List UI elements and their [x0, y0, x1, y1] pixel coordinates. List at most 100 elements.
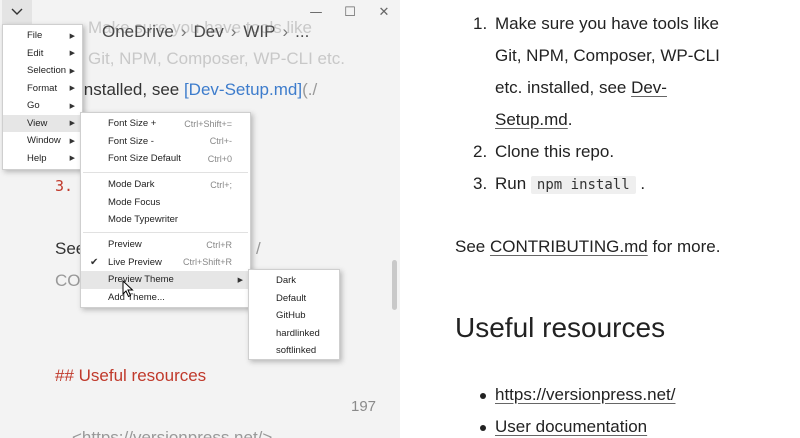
menu-item-label: Edit	[27, 47, 44, 59]
menu-item-label: Font Size Default	[108, 153, 181, 165]
inline-code: npm install	[530, 176, 636, 194]
chevron-down-icon	[11, 8, 23, 15]
menu-item-mode-dark[interactable]: Mode Dark Ctrl+;	[81, 176, 250, 194]
menu-item-view[interactable]: View ▶	[3, 114, 82, 132]
submenu-arrow-icon: ▶	[69, 120, 75, 128]
menu-item-font-size-increase[interactable]: Font Size + Ctrl+Shift+=	[81, 115, 250, 133]
menu-item-shortcut: Ctrl+;	[210, 179, 232, 190]
menu-item-mode-typewriter[interactable]: Mode Typewriter	[81, 211, 250, 229]
theme-item-dark[interactable]: Dark	[249, 272, 339, 290]
menu-item-help[interactable]: Help ▶	[3, 150, 82, 168]
preview-pane[interactable]: 1. Make sure you have tools like Git, NP…	[400, 0, 800, 438]
view-submenu: Font Size + Ctrl+Shift+= Font Size - Ctrl+…	[80, 112, 251, 308]
preview-theme-submenu: Dark Default GitHub hardlinked softlinke…	[248, 269, 340, 360]
menu-item-go[interactable]: Go ▶	[3, 97, 82, 115]
preview-text: See	[455, 237, 490, 256]
dev-setup-link[interactable]: Setup.md	[495, 110, 568, 129]
menu-item-label: Mode Dark	[108, 179, 155, 191]
breadcrumb-item[interactable]: WIP	[243, 22, 275, 41]
submenu-arrow-icon: ▶	[69, 102, 75, 110]
menu-separator	[83, 232, 248, 233]
menu-item-label: Window	[27, 135, 61, 147]
menu-item-preview[interactable]: Preview Ctrl+R	[81, 236, 250, 254]
menu-item-shortcut: Ctrl+Shift+R	[182, 257, 232, 268]
menu-item-format[interactable]: Format ▶	[3, 80, 82, 98]
menu-item-label: Help	[27, 152, 47, 164]
bullet	[480, 393, 486, 399]
menu-item-label: Mode Focus	[108, 196, 161, 208]
editor-line-co: CO	[55, 271, 81, 290]
versionpress-link[interactable]: https://versionpress.net/	[495, 385, 675, 405]
dev-setup-link[interactable]: Dev-	[631, 78, 667, 97]
breadcrumb-item[interactable]: OneDrive	[102, 22, 174, 41]
close-button[interactable]: ✕	[372, 2, 396, 22]
menu-item-mode-focus[interactable]: Mode Focus	[81, 194, 250, 212]
editor-text: (./	[302, 80, 318, 99]
list-number: 3.	[473, 174, 488, 193]
menu-item-label: Add Theme...	[108, 291, 165, 303]
menu-item-edit[interactable]: Edit ▶	[3, 45, 82, 63]
breadcrumb-item[interactable]: Dev	[193, 22, 223, 41]
theme-item-default[interactable]: Default	[249, 290, 339, 308]
preview-text: Make sure you have tools like	[495, 14, 719, 33]
theme-item-hardlinked[interactable]: hardlinked	[249, 325, 339, 343]
menu-separator	[83, 172, 248, 173]
submenu-arrow-icon: ▶	[69, 137, 75, 145]
menu-item-font-size-default[interactable]: Font Size Default Ctrl+0	[81, 150, 250, 168]
breadcrumb-separator: ›	[180, 22, 187, 41]
list-number: 2.	[473, 142, 488, 161]
breadcrumb-separator: ›	[282, 22, 289, 41]
contributing-link[interactable]: CONTRIBUTING.md	[490, 237, 648, 256]
submenu-arrow-icon: ▶	[69, 32, 75, 40]
preview-text-line: etc. installed, see Dev-	[495, 78, 667, 98]
submenu-arrow-icon: ▶	[69, 155, 75, 163]
menu-item-shortcut: Ctrl+0	[207, 153, 232, 164]
preview-text: .	[567, 110, 573, 129]
menu-item-label: Selection	[27, 65, 67, 77]
bullet	[480, 425, 486, 431]
theme-item-github[interactable]: GitHub	[249, 307, 339, 325]
menu-item-live-preview[interactable]: ✔ Live Preview Ctrl+Shift+R	[81, 254, 250, 272]
menu-item-label: Font Size +	[108, 118, 157, 130]
line-number: 197	[351, 398, 377, 415]
menu-item-shortcut: Ctrl+-	[209, 136, 232, 147]
breadcrumb-item[interactable]: ...	[295, 22, 309, 41]
menu-toggle-button[interactable]	[2, 0, 32, 24]
menu-item-selection[interactable]: Selection ▶	[3, 62, 82, 80]
menu-item-label: Preview	[108, 239, 142, 251]
editor-link-text: [Dev-Setup.md]	[183, 80, 303, 99]
main-menu: File ▶ Edit ▶ Selection ▶ Format ▶ Go ▶ View ▶…	[2, 24, 83, 170]
submenu-arrow-icon: ▶	[69, 67, 75, 75]
editor-list-number: 3.	[55, 177, 74, 195]
menu-item-label: Mode Typewriter	[108, 214, 179, 226]
editor-text: /	[256, 239, 261, 258]
menu-item-label: softlinked	[276, 345, 317, 357]
preview-text-line: See CONTRIBUTING.md for more.	[455, 237, 720, 257]
menu-item-label: Preview Theme	[108, 274, 174, 286]
theme-item-softlinked[interactable]: softlinked	[249, 342, 339, 360]
menu-item-label: Default	[276, 292, 307, 304]
editor-text: installed, see	[80, 80, 184, 99]
menu-item-font-size-decrease[interactable]: Font Size - Ctrl+-	[81, 133, 250, 151]
checkmark-icon: ✔	[90, 256, 99, 268]
menu-item-preview-theme[interactable]: Preview Theme ▶	[81, 271, 250, 289]
preview-text: Git, NPM, Composer, WP-CLI	[495, 46, 720, 65]
maximize-button[interactable]: ☐	[338, 2, 362, 22]
menu-item-label: View	[27, 117, 48, 129]
preview-text-line: Setup.md.	[495, 110, 573, 130]
mouse-cursor-icon	[122, 280, 134, 298]
menu-item-label: Go	[27, 100, 40, 112]
editor-heading-md: ## Useful resources	[55, 366, 207, 385]
editor-scrollbar[interactable]	[392, 260, 397, 310]
submenu-arrow-icon: ▶	[237, 276, 243, 284]
menu-item-label: Format	[27, 82, 58, 94]
menu-item-add-theme[interactable]: Add Theme...	[81, 289, 250, 307]
menu-item-window[interactable]: Window ▶	[3, 132, 82, 150]
menu-item-label: GitHub	[276, 310, 306, 322]
editor-line-installed[interactable]: installed, see [Dev-Setup.md](./	[80, 80, 317, 100]
user-documentation-link[interactable]: User documentation	[495, 417, 647, 437]
preview-text: etc. installed, see	[495, 78, 632, 97]
preview-text-line: Run npm install .	[495, 174, 645, 194]
menu-item-label: hardlinked	[276, 327, 320, 339]
menu-item-file[interactable]: File ▶	[3, 27, 82, 45]
